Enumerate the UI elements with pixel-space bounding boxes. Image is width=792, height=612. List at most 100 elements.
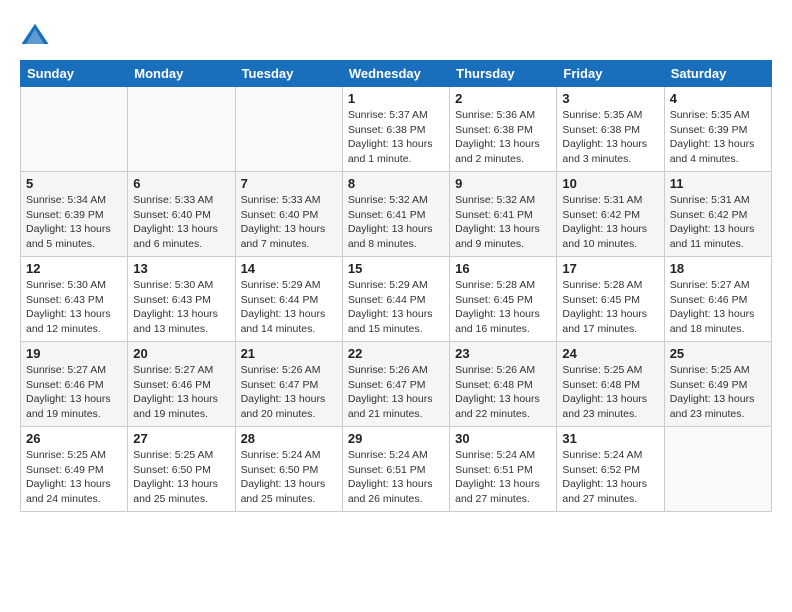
day-number: 1: [348, 91, 444, 106]
day-number: 30: [455, 431, 551, 446]
day-number: 21: [241, 346, 337, 361]
calendar-cell: 23Sunrise: 5:26 AMSunset: 6:48 PMDayligh…: [450, 342, 557, 427]
page-header: [20, 20, 772, 50]
column-header-tuesday: Tuesday: [235, 61, 342, 87]
logo-icon: [20, 20, 50, 50]
day-info: Sunrise: 5:31 AMSunset: 6:42 PMDaylight:…: [562, 193, 658, 252]
day-info: Sunrise: 5:32 AMSunset: 6:41 PMDaylight:…: [348, 193, 444, 252]
day-number: 27: [133, 431, 229, 446]
day-number: 26: [26, 431, 122, 446]
calendar-cell: 14 Sunrise: 5:29 AMSunset: 6:44 PMDayligh…: [235, 257, 342, 342]
day-number: 13: [133, 261, 229, 276]
day-info: Sunrise: 5:24 AMSunset: 6:51 PMDaylight:…: [455, 448, 551, 507]
day-number: 11: [670, 176, 766, 191]
calendar-cell: 7 Sunrise: 5:33 AMSunset: 6:40 PMDaylight…: [235, 172, 342, 257]
day-info: Sunrise: 5:29 AMSunset: 6:44 PMDaylight:…: [241, 278, 337, 337]
calendar-table: SundayMondayTuesdayWednesdayThursdayFrid…: [20, 60, 772, 512]
day-number: 31: [562, 431, 658, 446]
calendar-cell: 13 Sunrise: 5:30 AMSunset: 6:43 PMDayligh…: [128, 257, 235, 342]
calendar-cell: [235, 87, 342, 172]
calendar-cell: 18 Sunrise: 5:27 AMSunset: 6:46 PMDayligh…: [664, 257, 771, 342]
day-number: 7: [241, 176, 337, 191]
calendar-cell: 21Sunrise: 5:26 AMSunset: 6:47 PMDayligh…: [235, 342, 342, 427]
day-number: 16: [455, 261, 551, 276]
calendar-cell: 17 Sunrise: 5:28 AMSunset: 6:45 PMDayligh…: [557, 257, 664, 342]
day-info: Sunrise: 5:28 AMSunset: 6:45 PMDaylight:…: [455, 278, 551, 337]
day-info: Sunrise: 5:36 AMSunset: 6:38 PMDaylight:…: [455, 108, 551, 167]
day-info: Sunrise: 5:30 AMSunset: 6:43 PMDaylight:…: [133, 278, 229, 337]
day-number: 6: [133, 176, 229, 191]
day-info: Sunrise: 5:31 AMSunset: 6:42 PMDaylight:…: [670, 193, 766, 252]
column-header-saturday: Saturday: [664, 61, 771, 87]
calendar-cell: 8 Sunrise: 5:32 AMSunset: 6:41 PMDaylight…: [342, 172, 449, 257]
day-info: Sunrise: 5:24 AMSunset: 6:50 PMDaylight:…: [241, 448, 337, 507]
week-row-4: 19 Sunrise: 5:27 AMSunset: 6:46 PMDayligh…: [21, 342, 772, 427]
calendar-cell: 28 Sunrise: 5:24 AMSunset: 6:50 PMDayligh…: [235, 427, 342, 512]
day-number: 4: [670, 91, 766, 106]
calendar-cell: 24 Sunrise: 5:25 AMSunset: 6:48 PMDayligh…: [557, 342, 664, 427]
day-info: Sunrise: 5:25 AMSunset: 6:48 PMDaylight:…: [562, 363, 658, 422]
day-info: Sunrise: 5:27 AMSunset: 6:46 PMDaylight:…: [26, 363, 122, 422]
calendar-cell: 26 Sunrise: 5:25 AMSunset: 6:49 PMDayligh…: [21, 427, 128, 512]
day-info: Sunrise: 5:32 AMSunset: 6:41 PMDaylight:…: [455, 193, 551, 252]
calendar-cell: 1 Sunrise: 5:37 AMSunset: 6:38 PMDaylight…: [342, 87, 449, 172]
day-number: 12: [26, 261, 122, 276]
day-number: 2: [455, 91, 551, 106]
week-row-3: 12 Sunrise: 5:30 AMSunset: 6:43 PMDayligh…: [21, 257, 772, 342]
column-header-thursday: Thursday: [450, 61, 557, 87]
column-header-monday: Monday: [128, 61, 235, 87]
day-number: 23: [455, 346, 551, 361]
week-row-1: 1 Sunrise: 5:37 AMSunset: 6:38 PMDaylight…: [21, 87, 772, 172]
column-header-friday: Friday: [557, 61, 664, 87]
day-number: 28: [241, 431, 337, 446]
day-info: Sunrise: 5:33 AMSunset: 6:40 PMDaylight:…: [241, 193, 337, 252]
day-number: 8: [348, 176, 444, 191]
day-number: 5: [26, 176, 122, 191]
day-info: Sunrise: 5:24 AMSunset: 6:52 PMDaylight:…: [562, 448, 658, 507]
calendar-cell: 16 Sunrise: 5:28 AMSunset: 6:45 PMDayligh…: [450, 257, 557, 342]
day-info: Sunrise: 5:28 AMSunset: 6:45 PMDaylight:…: [562, 278, 658, 337]
calendar-cell: 29 Sunrise: 5:24 AMSunset: 6:51 PMDayligh…: [342, 427, 449, 512]
day-info: Sunrise: 5:35 AMSunset: 6:39 PMDaylight:…: [670, 108, 766, 167]
calendar-cell: 6 Sunrise: 5:33 AMSunset: 6:40 PMDaylight…: [128, 172, 235, 257]
day-number: 24: [562, 346, 658, 361]
calendar-cell: [664, 427, 771, 512]
week-row-2: 5 Sunrise: 5:34 AMSunset: 6:39 PMDaylight…: [21, 172, 772, 257]
calendar-cell: 5 Sunrise: 5:34 AMSunset: 6:39 PMDaylight…: [21, 172, 128, 257]
day-number: 19: [26, 346, 122, 361]
day-info: Sunrise: 5:27 AMSunset: 6:46 PMDaylight:…: [133, 363, 229, 422]
week-row-5: 26 Sunrise: 5:25 AMSunset: 6:49 PMDayligh…: [21, 427, 772, 512]
day-info: Sunrise: 5:27 AMSunset: 6:46 PMDaylight:…: [670, 278, 766, 337]
day-number: 10: [562, 176, 658, 191]
day-info: Sunrise: 5:34 AMSunset: 6:39 PMDaylight:…: [26, 193, 122, 252]
calendar-cell: 27Sunrise: 5:25 AMSunset: 6:50 PMDayligh…: [128, 427, 235, 512]
calendar-header-row: SundayMondayTuesdayWednesdayThursdayFrid…: [21, 61, 772, 87]
day-number: 25: [670, 346, 766, 361]
day-number: 17: [562, 261, 658, 276]
day-info: Sunrise: 5:25 AMSunset: 6:49 PMDaylight:…: [26, 448, 122, 507]
calendar-cell: [21, 87, 128, 172]
calendar-cell: 10 Sunrise: 5:31 AMSunset: 6:42 PMDayligh…: [557, 172, 664, 257]
day-number: 15: [348, 261, 444, 276]
day-info: Sunrise: 5:26 AMSunset: 6:47 PMDaylight:…: [348, 363, 444, 422]
day-number: 29: [348, 431, 444, 446]
calendar-cell: [128, 87, 235, 172]
day-info: Sunrise: 5:25 AMSunset: 6:49 PMDaylight:…: [670, 363, 766, 422]
calendar-cell: 31 Sunrise: 5:24 AMSunset: 6:52 PMDayligh…: [557, 427, 664, 512]
day-info: Sunrise: 5:30 AMSunset: 6:43 PMDaylight:…: [26, 278, 122, 337]
day-number: 18: [670, 261, 766, 276]
column-header-wednesday: Wednesday: [342, 61, 449, 87]
day-info: Sunrise: 5:24 AMSunset: 6:51 PMDaylight:…: [348, 448, 444, 507]
calendar-cell: 30 Sunrise: 5:24 AMSunset: 6:51 PMDayligh…: [450, 427, 557, 512]
day-number: 9: [455, 176, 551, 191]
day-info: Sunrise: 5:35 AMSunset: 6:38 PMDaylight:…: [562, 108, 658, 167]
calendar-cell: 11 Sunrise: 5:31 AMSunset: 6:42 PMDayligh…: [664, 172, 771, 257]
calendar-cell: 4 Sunrise: 5:35 AMSunset: 6:39 PMDaylight…: [664, 87, 771, 172]
day-info: Sunrise: 5:37 AMSunset: 6:38 PMDaylight:…: [348, 108, 444, 167]
calendar-cell: 25 Sunrise: 5:25 AMSunset: 6:49 PMDayligh…: [664, 342, 771, 427]
day-info: Sunrise: 5:33 AMSunset: 6:40 PMDaylight:…: [133, 193, 229, 252]
column-header-sunday: Sunday: [21, 61, 128, 87]
day-number: 14: [241, 261, 337, 276]
day-info: Sunrise: 5:29 AMSunset: 6:44 PMDaylight:…: [348, 278, 444, 337]
calendar-cell: 15 Sunrise: 5:29 AMSunset: 6:44 PMDayligh…: [342, 257, 449, 342]
